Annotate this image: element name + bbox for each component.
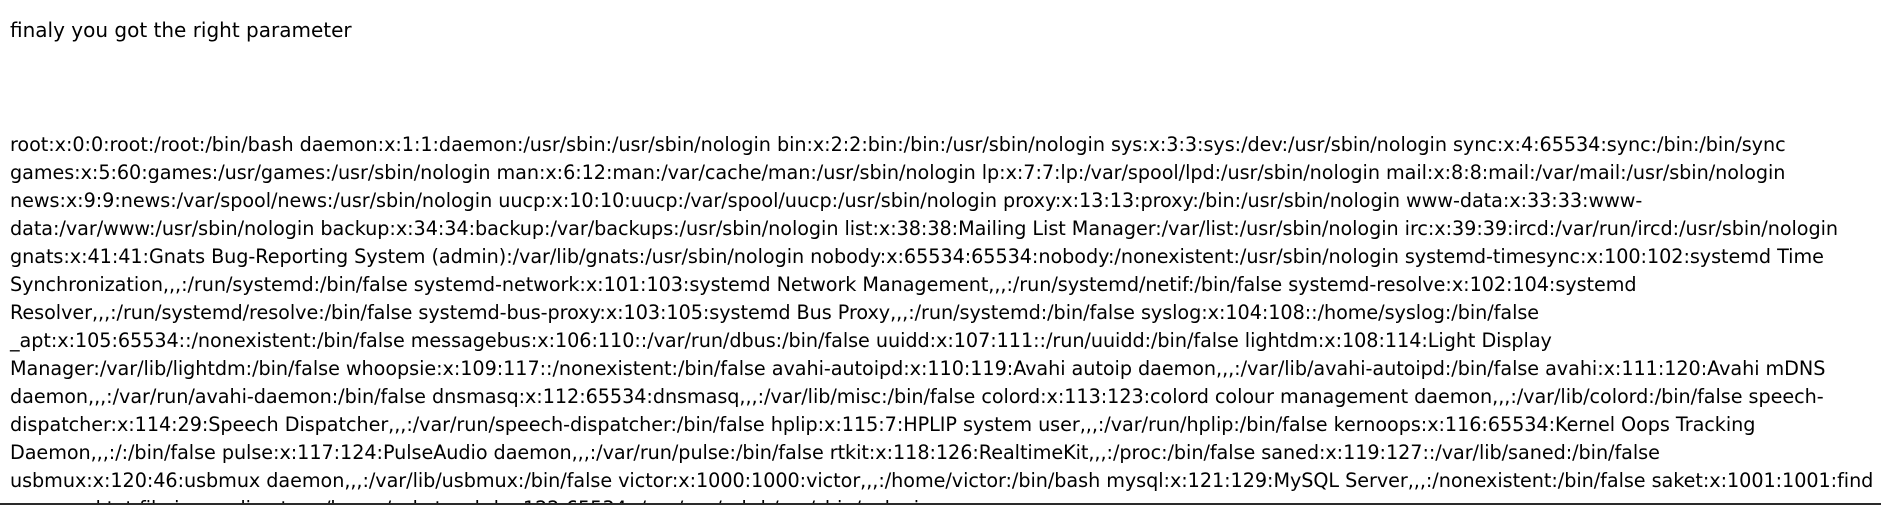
page-heading: finaly you got the right parameter xyxy=(10,18,352,42)
page-body: finaly you got the right parameter root:… xyxy=(0,0,1881,505)
passwd-file-output: root:x:0:0:root:/root:/bin/bash daemon:x… xyxy=(10,133,1874,505)
